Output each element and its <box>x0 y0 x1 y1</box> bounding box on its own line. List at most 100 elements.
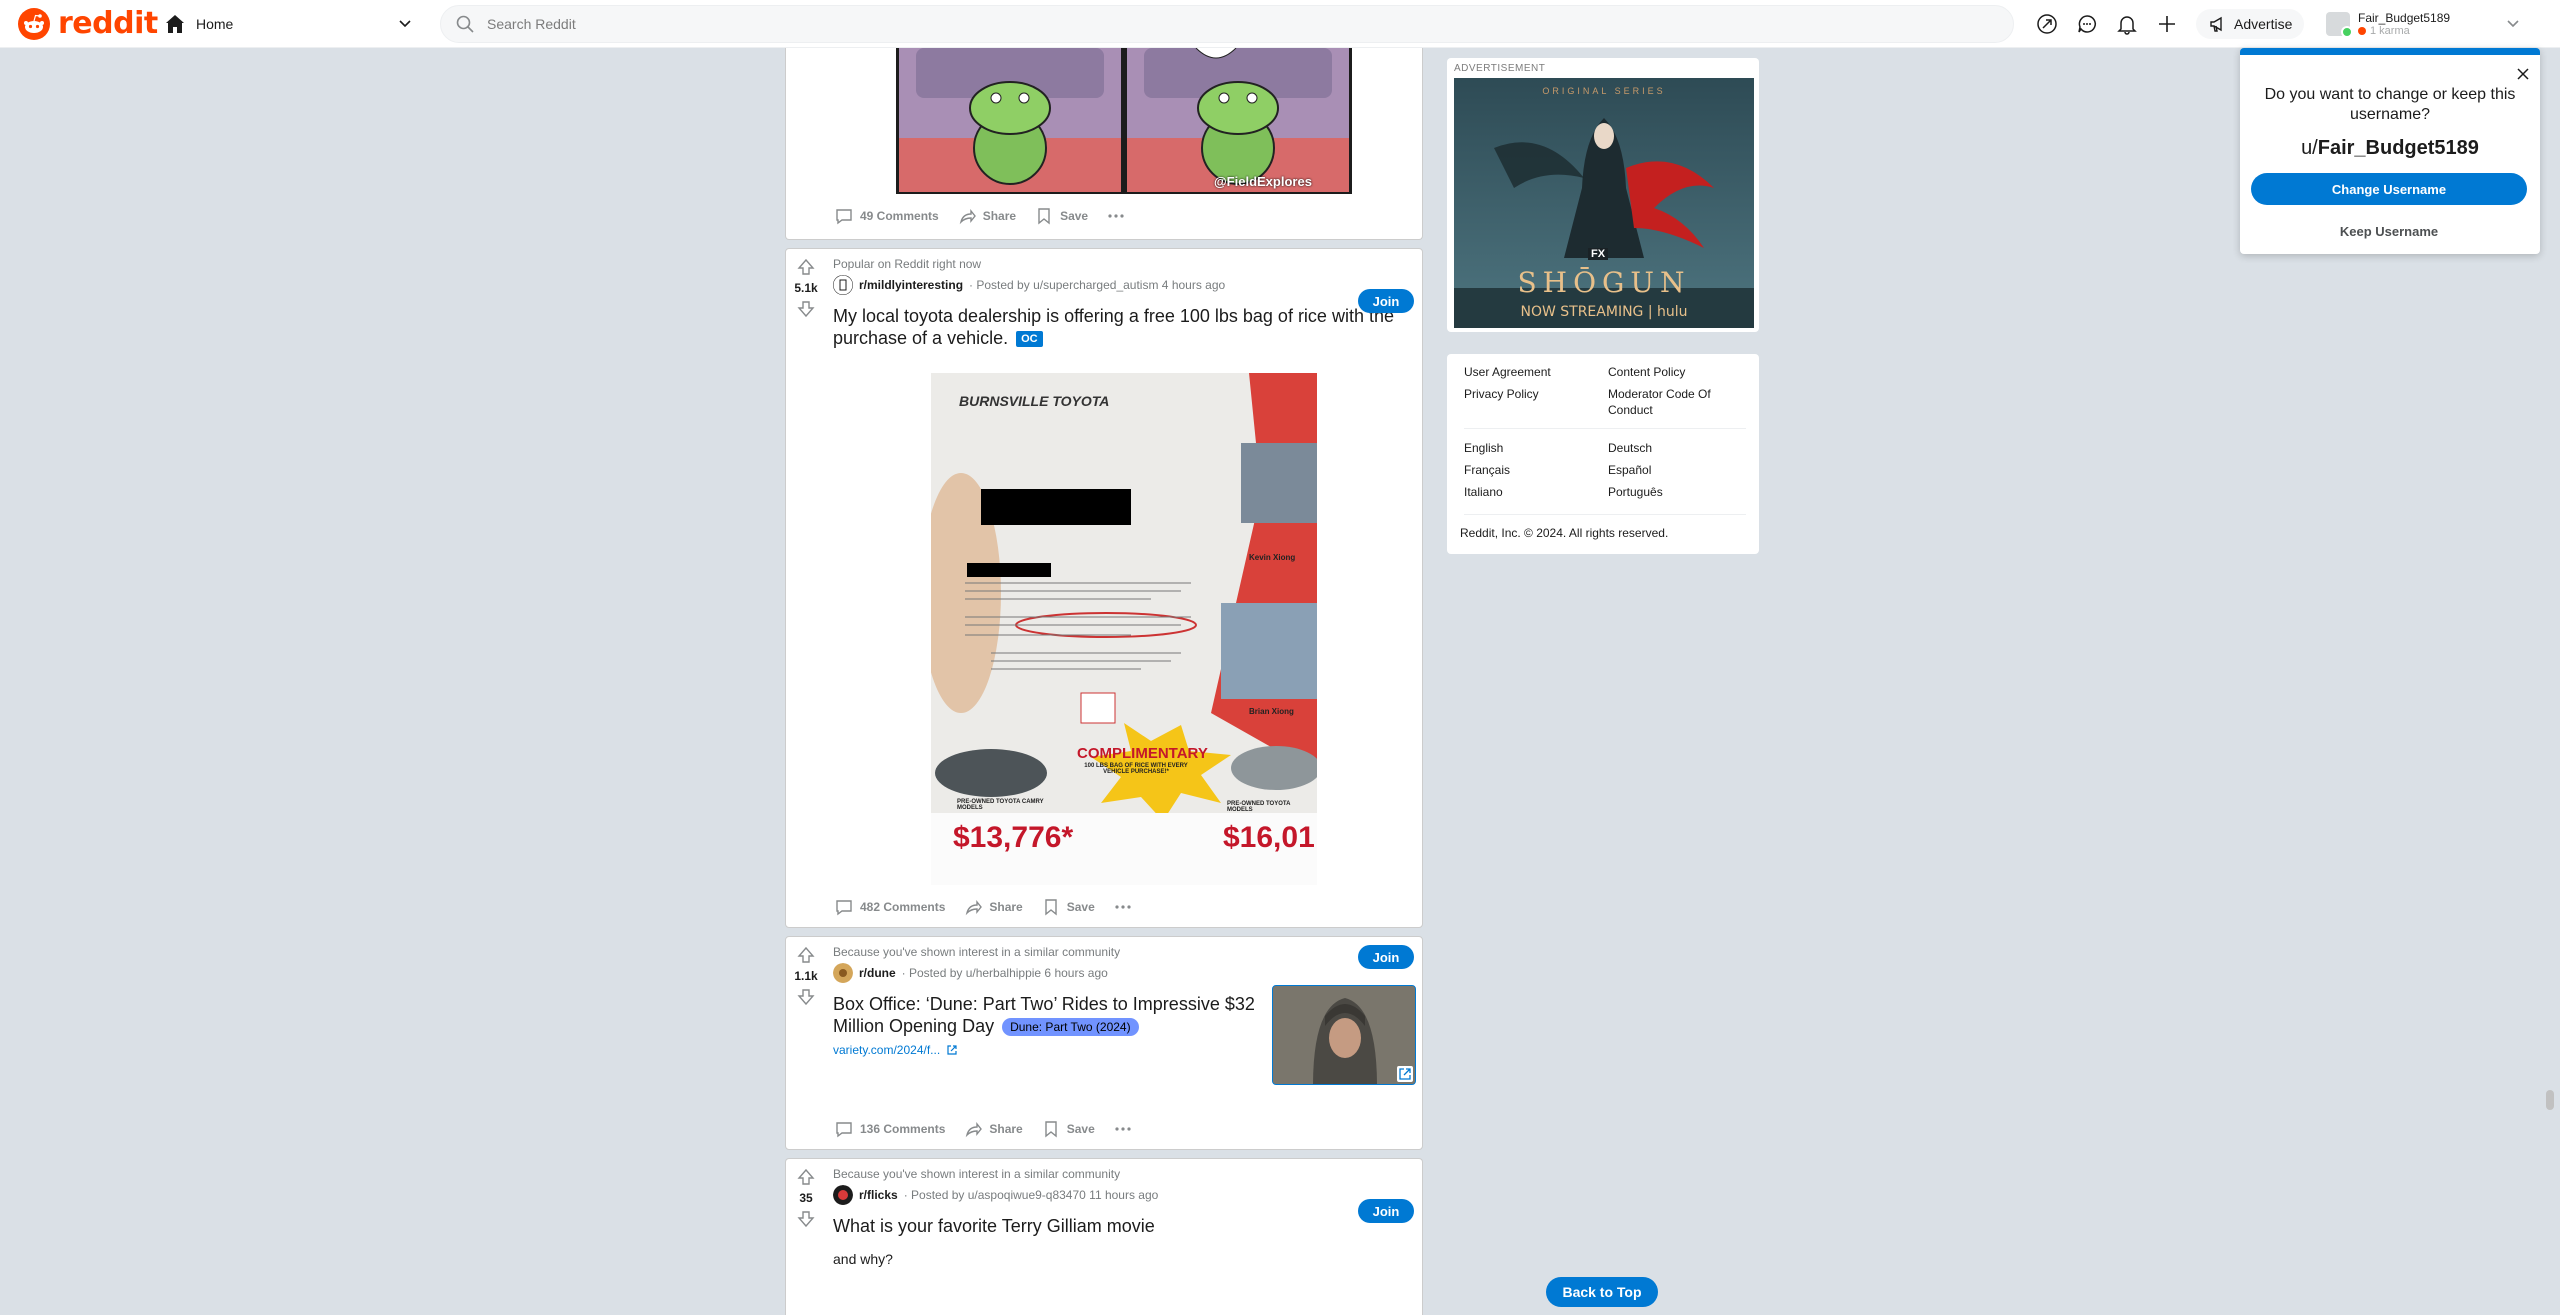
karma-count: 1 karma <box>2370 25 2410 37</box>
policy-links: User Agreement Content Policy Privacy Po… <box>1464 364 1744 418</box>
vote-count: 1.1k <box>794 969 818 983</box>
feed-post[interactable]: 35 Because you've shown interest in a si… <box>785 1158 1423 1315</box>
upvote-icon[interactable] <box>796 1167 816 1187</box>
avatar <box>2326 12 2353 38</box>
notification-bell-icon <box>2117 16 2137 35</box>
user-agreement-link[interactable]: User Agreement <box>1464 364 1608 380</box>
share-label: Share <box>982 209 1017 223</box>
more-options-button[interactable] <box>1100 200 1132 232</box>
ad-streaming-text: NOW STREAMING | hulu <box>1520 304 1688 320</box>
language-english[interactable]: English <box>1464 440 1608 456</box>
vote-column: 35 <box>786 1159 826 1315</box>
notifications-button[interactable] <box>2112 9 2142 39</box>
search-input[interactable] <box>487 16 1887 32</box>
subreddit-link[interactable]: r/flicks <box>859 1188 898 1202</box>
comment-icon <box>836 209 852 225</box>
upvote-icon[interactable] <box>796 257 816 277</box>
post-actions: 49 Comments Share Save <box>828 200 1132 232</box>
language-espanol[interactable]: Español <box>1608 462 1744 478</box>
ad-series-label: ORIGINAL SERIES <box>1542 86 1666 96</box>
keep-username-button[interactable]: Keep Username <box>2251 219 2527 243</box>
save-label: Save <box>1066 900 1095 914</box>
search-bar[interactable] <box>440 5 2014 43</box>
ad-banner[interactable]: ORIGINAL SERIES FX SHŌGUN NOW STREAMING … <box>1454 78 1754 328</box>
join-button[interactable]: Join <box>1358 1199 1414 1223</box>
advertise-button[interactable]: Advertise <box>2196 9 2305 39</box>
downvote-icon[interactable] <box>796 1209 816 1229</box>
comments-count: 49 Comments <box>860 209 939 223</box>
language-portugues[interactable]: Português <box>1608 484 1744 500</box>
post-title[interactable]: My local toyota dealership is offering a… <box>833 305 1414 349</box>
subreddit-link[interactable]: r/mildlyinteresting <box>859 278 963 292</box>
comments-button[interactable]: 482 Comments <box>828 891 951 923</box>
chat-button[interactable] <box>2072 9 2102 39</box>
privacy-policy-link[interactable]: Privacy Policy <box>1464 386 1608 418</box>
post-author-time[interactable]: · Posted by u/aspoqiwue9-q83470 11 hours… <box>904 1188 1159 1202</box>
post-meta: r/mildlyinteresting · Posted by u/superc… <box>833 275 1414 295</box>
share-icon <box>966 1122 983 1138</box>
post-thumbnail[interactable] <box>1272 985 1416 1085</box>
more-horizontal-icon <box>1108 214 1124 218</box>
feed-post[interactable]: 1.1k Because you've shown interest in a … <box>785 936 1423 1150</box>
search-icon <box>456 15 474 33</box>
share-button[interactable]: Share <box>957 891 1028 923</box>
reddit-logo[interactable]: reddit <box>18 8 158 40</box>
change-username-button[interactable]: Change Username <box>2251 173 2527 205</box>
popup-question: Do you want to change or keep this usern… <box>2264 86 2516 123</box>
create-post-button[interactable] <box>2152 9 2182 39</box>
user-name: Fair_Budget5189 <box>2358 11 2451 25</box>
save-button[interactable]: Save <box>1028 200 1094 232</box>
post-author-time[interactable]: · Posted by u/supercharged_autism 4 hour… <box>969 278 1225 292</box>
share-button[interactable]: Share <box>957 1113 1028 1145</box>
popular-button[interactable] <box>2032 9 2062 39</box>
post-image[interactable]: @FieldExplores <box>896 48 1352 194</box>
downvote-icon[interactable] <box>796 987 816 1007</box>
user-menu-dropdown[interactable]: Fair_Budget5189 1 karma <box>2320 4 2526 44</box>
reddit-snoo-icon <box>18 8 50 40</box>
subreddit-icon[interactable] <box>833 963 853 983</box>
close-icon[interactable] <box>2514 65 2532 83</box>
advertisement-card: ADVERTISEMENT ORIGINAL SERIES FX SHŌGUN … <box>1447 58 1759 332</box>
link-domain[interactable]: variety.com/2024/f... <box>833 1043 940 1057</box>
subreddit-icon[interactable] <box>833 275 853 295</box>
subreddit-link[interactable]: r/dune <box>859 966 896 980</box>
post-title[interactable]: What is your favorite Terry Gilliam movi… <box>833 1215 1414 1237</box>
vote-count: 35 <box>799 1191 813 1205</box>
language-deutsch[interactable]: Deutsch <box>1608 440 1744 456</box>
feed-post[interactable]: 5.1k Popular on Reddit right now r/mildl… <box>785 248 1423 928</box>
post-title[interactable]: Box Office: ‘Dune: Part Two’ Rides to Im… <box>833 993 1262 1037</box>
moderator-code-link[interactable]: Moderator Code Of Conduct <box>1608 386 1744 418</box>
recommendation-reason: Because you've shown interest in a simil… <box>833 945 1121 959</box>
upvote-icon[interactable] <box>796 945 816 965</box>
vote-column: 1.1k <box>786 937 826 1149</box>
post-author-time[interactable]: · Posted by u/herbalhippie 6 hours ago <box>902 966 1108 980</box>
comments-button[interactable]: 136 Comments <box>828 1113 951 1145</box>
post-title-text[interactable]: My local toyota dealership is offering a… <box>833 306 1394 348</box>
post-actions: 482 Comments Share Save <box>828 891 1139 923</box>
save-button[interactable]: Save <box>1035 1113 1101 1145</box>
share-label: Share <box>989 1122 1023 1136</box>
join-button[interactable]: Join <box>1358 945 1414 969</box>
downvote-icon[interactable] <box>796 299 816 319</box>
join-button[interactable]: Join <box>1358 289 1414 313</box>
footer-links-card: User Agreement Content Policy Privacy Po… <box>1447 354 1759 554</box>
subreddit-icon[interactable] <box>833 1185 853 1205</box>
language-italiano[interactable]: Italiano <box>1464 484 1608 500</box>
vote-column: 5.1k <box>786 249 826 927</box>
back-to-top-button[interactable]: Back to Top <box>1546 1277 1658 1307</box>
home-feed-dropdown[interactable]: Home <box>158 6 420 42</box>
language-francais[interactable]: Français <box>1464 462 1608 478</box>
more-options-button[interactable] <box>1107 1113 1139 1145</box>
comments-button[interactable]: 49 Comments <box>828 200 945 232</box>
content-policy-link[interactable]: Content Policy <box>1608 364 1744 380</box>
save-button[interactable]: Save <box>1035 891 1101 923</box>
scrollbar-thumb[interactable] <box>2546 1090 2554 1110</box>
share-button[interactable]: Share <box>951 200 1022 232</box>
external-link[interactable]: variety.com/2024/f... <box>833 1043 1262 1057</box>
post-flair: Dune: Part Two (2024) <box>1002 1018 1139 1037</box>
comments-count: 482 Comments <box>860 900 946 914</box>
post-image[interactable]: BURNSVILLE TOYOTA Kevin Xiong Brian Xion… <box>931 373 1317 885</box>
more-options-button[interactable] <box>1107 891 1139 923</box>
vote-count: 5.1k <box>794 281 818 295</box>
feed-post[interactable]: @FieldExplores 49 Comments Share Save <box>785 48 1423 240</box>
